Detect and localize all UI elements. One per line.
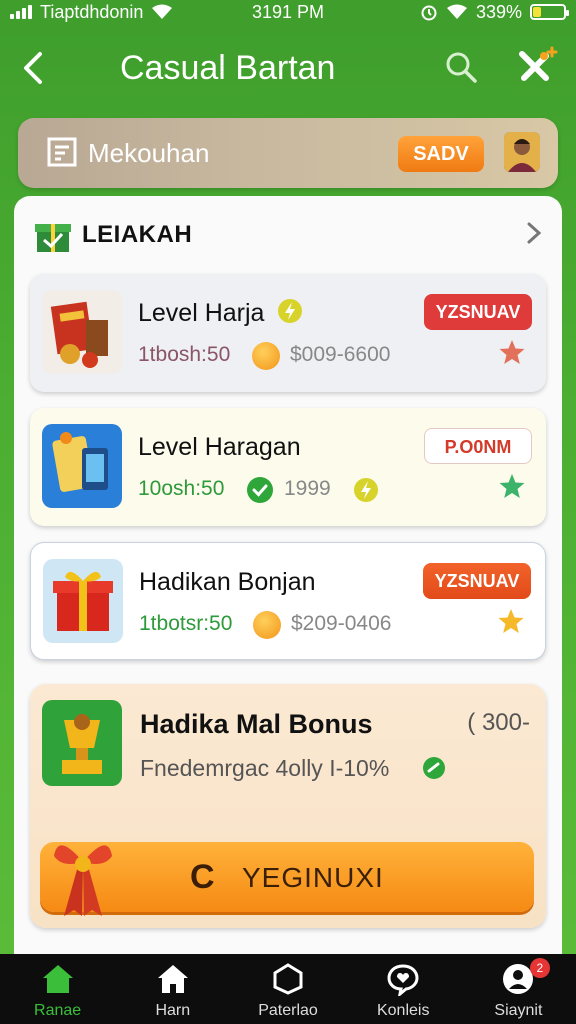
search-icon [446,52,477,83]
star-icon [498,609,524,633]
hexagon-icon [273,963,303,995]
reward-item-card[interactable]: Level Haragan 10osh:50 1999 P.O0NM [30,408,546,526]
section-header[interactable]: LEIAKAH [34,216,542,256]
alarm-icon [421,5,437,21]
nav-label: Harn [155,1002,191,1019]
ribbon-bow-icon [54,845,112,916]
nav-label: Ranae [34,1002,82,1019]
battery-percent: 339% [475,1,522,22]
main-panel: LEIAKAH Level Harja 1tbosh:50 $009-6600 … [14,196,562,956]
house-icon [157,965,188,993]
bottom-navigation: Ranae Harn Paterlao Konleis 2 Siaynit [0,954,576,1024]
item-badge[interactable]: YZSNUAV [423,563,531,599]
status-left: Tiaptdhdonin [10,2,173,23]
signal-icon [10,5,32,19]
item-thumbnail [43,559,123,643]
item-meta-left: 1tbosh:50 [138,343,231,366]
treasure-image [42,290,122,374]
star-icon [499,474,525,498]
refresh-icon: C [190,858,215,896]
promo-banner[interactable]: Mekouhan SADV [18,118,558,188]
nav-item-konleis[interactable]: Konleis [346,954,461,1024]
tools-icon [519,46,558,81]
bonus-subtitle: Fnedemrgac 4olly I-10% [140,755,390,781]
chevron-right-icon[interactable] [526,218,542,254]
trophy-image [42,700,122,786]
status-right: 339% [420,1,569,23]
item-thumbnail [42,424,122,508]
battery-fill [533,7,541,17]
item-title: Level Harja [138,298,303,328]
item-badge[interactable]: P.O0NM [424,428,532,464]
battery-icon [530,4,569,20]
chat-heart-icon [387,964,419,996]
app-header: Casual Bartan [0,36,576,100]
banner-button[interactable]: SADV [398,136,484,172]
notification-badge: 2 [529,958,550,978]
tools-button[interactable] [514,46,558,90]
item-meta-right: 1999 [284,477,331,500]
bonus-thumbnail [42,700,122,786]
item-meta-right: $009-6600 [290,343,391,366]
nav-label: Konleis [376,1002,430,1019]
home-icon [42,965,73,993]
status-time: 3191 PM [252,2,325,22]
avatar[interactable] [504,132,540,172]
carrier-name: Tiaptdhdonin [40,1,144,22]
item-meta-left: 10osh:50 [138,477,225,500]
star-icon [499,340,525,364]
lightning-icon [278,299,303,323]
coin-icon [252,342,280,370]
wifi-status-icon [446,4,467,19]
chevron-left-icon [24,52,42,84]
claim-button-label: YEGINUXI [242,862,384,893]
bonus-title: Hadika Mal Bonus [140,709,373,739]
back-button[interactable] [18,48,46,95]
item-title: Level Haragan [138,433,301,461]
bonus-card: Hadika Mal Bonus ( 300- Fnedemrgac 4olly… [30,684,546,928]
status-bar: Tiaptdhdonin 3191 PM 339% [0,0,576,24]
nav-item-paterlao[interactable]: Paterlao [230,954,345,1024]
claim-bonus-button[interactable]: C YEGINUXI [40,842,534,916]
item-meta-right: $209-0406 [291,612,392,635]
search-button[interactable] [444,50,478,84]
check-circle-icon [247,477,273,503]
item-meta-left: 1tbotsr:50 [139,612,233,635]
nav-label: Siaynit [494,1002,543,1019]
phone-prize-image [42,424,122,508]
item-title: Hadikan Bonjan [139,568,316,596]
gift-box-icon [35,224,71,252]
lightning-coin-icon [354,478,378,502]
item-thumbnail [42,290,122,374]
nav-item-siaynit[interactable]: 2 Siaynit [461,954,576,1024]
reward-item-card[interactable]: Level Harja 1tbosh:50 $009-6600 YZSNUAV [30,274,546,392]
document-icon [47,137,77,167]
nav-item-harn[interactable]: Harn [115,954,230,1024]
section-title: LEIAKAH [82,221,193,248]
check-circle-icon [423,757,445,779]
item-title-text: Level Harja [138,299,265,327]
nav-label: Paterlao [258,1002,318,1019]
banner-label: Mekouhan [88,138,210,168]
coin-icon [253,611,281,639]
item-badge[interactable]: YZSNUAV [424,294,532,330]
page-title: Casual Bartan [120,49,336,87]
bonus-amount: ( 300- [467,709,530,736]
reward-item-card[interactable]: Hadikan Bonjan 1tbotsr:50 $209-0406 YZSN… [30,542,546,660]
nav-item-ranae[interactable]: Ranae [0,954,115,1024]
gift-box-image [43,559,123,643]
avatar-image [504,132,540,172]
wifi-icon [152,4,173,19]
